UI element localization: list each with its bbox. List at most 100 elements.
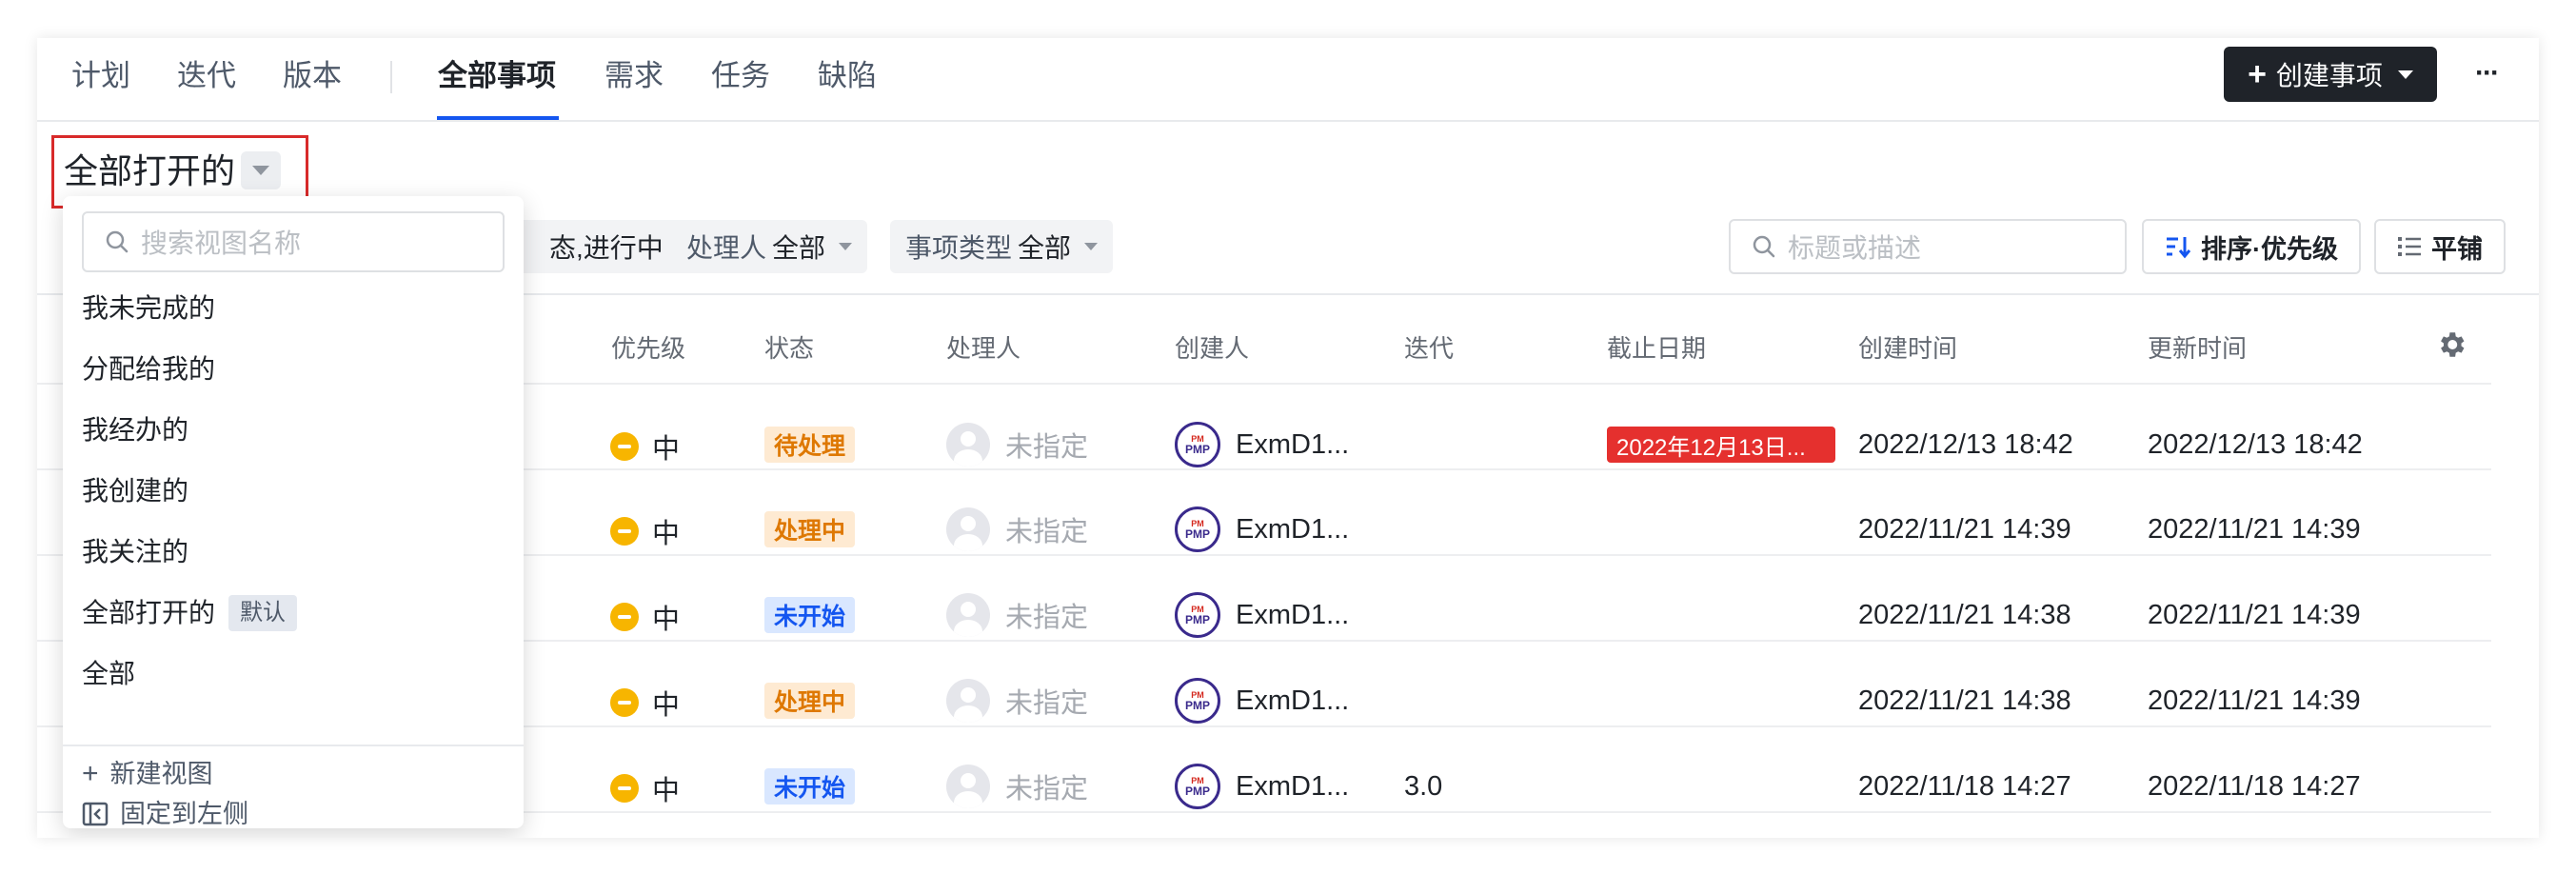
new-view-label: 新建视图 bbox=[109, 760, 213, 788]
status-badge[interactable]: 待处理 bbox=[764, 427, 856, 463]
column-header-created-time[interactable]: 创建时间 bbox=[1858, 329, 1957, 365]
sort-icon bbox=[2167, 237, 2191, 259]
caret-down-icon bbox=[1084, 243, 1099, 250]
avatar: PM PMP bbox=[1175, 764, 1220, 809]
created-time: 2022/11/21 14:38 bbox=[1858, 685, 2071, 716]
avatar-placeholder-icon bbox=[946, 593, 990, 637]
priority-medium-icon bbox=[610, 774, 639, 803]
pin-to-left-label: 固定到左侧 bbox=[120, 800, 248, 828]
iteration-value[interactable]: 3.0 bbox=[1404, 767, 1442, 805]
column-header-status[interactable]: 状态 bbox=[764, 329, 814, 365]
tile-view-button[interactable]: 平铺 bbox=[2374, 219, 2506, 274]
assignee-filter-label: 处理人 bbox=[686, 233, 767, 263]
issue-type-filter[interactable]: 事项类型 全部 bbox=[890, 220, 1114, 273]
search-icon bbox=[1753, 235, 1775, 258]
created-time: 2022/11/21 14:38 bbox=[1858, 600, 2071, 630]
tab-requirements[interactable]: 需求 bbox=[604, 57, 664, 95]
column-header-assignee[interactable]: 处理人 bbox=[946, 329, 1020, 365]
column-header-creator[interactable]: 创建人 bbox=[1175, 329, 1249, 365]
column-header-due-date[interactable]: 截止日期 bbox=[1607, 329, 1706, 365]
more-options-button[interactable]: ··· bbox=[2463, 51, 2510, 95]
tile-label: 平铺 bbox=[2431, 234, 2483, 264]
new-view-button[interactable]: + 新建视图 bbox=[82, 756, 213, 792]
priority-medium-icon bbox=[610, 688, 639, 717]
view-item-my-unfinished[interactable]: 我未完成的 bbox=[82, 289, 215, 328]
creator-label: ExmD1... bbox=[1236, 685, 1350, 716]
issue-type-filter-value: 全部 bbox=[1018, 233, 1072, 263]
creator-cell: PM PMP ExmD1... bbox=[1175, 422, 1349, 467]
search-icon bbox=[106, 230, 129, 253]
assignee-cell[interactable]: 未指定 bbox=[946, 593, 1088, 637]
status-badge[interactable]: 处理中 bbox=[764, 511, 856, 547]
sort-label: 排序·优先级 bbox=[2201, 234, 2338, 264]
issue-list-panel: 计划 迭代 版本 全部事项 需求 任务 缺陷 + 创建事项 ··· 全部打开的 … bbox=[37, 38, 2539, 838]
status-badge[interactable]: 处理中 bbox=[764, 683, 856, 719]
view-item-created-by-me[interactable]: 我创建的 bbox=[82, 472, 188, 510]
priority-label: 中 bbox=[652, 605, 681, 635]
view-item-all[interactable]: 全部 bbox=[82, 655, 135, 693]
view-item-handled-by-me[interactable]: 我经办的 bbox=[82, 411, 188, 449]
assignee-cell[interactable]: 未指定 bbox=[946, 423, 1088, 467]
column-header-iteration[interactable]: 迭代 bbox=[1404, 329, 1454, 365]
view-switcher-button[interactable] bbox=[241, 151, 281, 189]
assignee-label: 未指定 bbox=[1005, 432, 1089, 463]
sort-priority-button[interactable]: 排序·优先级 bbox=[2142, 219, 2361, 274]
avatar-text-bottom: PMP bbox=[1184, 698, 1210, 712]
assignee-filter[interactable]: 处理人 全部 bbox=[671, 220, 868, 273]
list-icon bbox=[2398, 237, 2421, 256]
priority-label: 中 bbox=[652, 519, 681, 549]
dropdown-divider bbox=[63, 745, 524, 746]
caret-down-icon bbox=[839, 243, 853, 250]
view-item-label: 我关注的 bbox=[82, 537, 189, 566]
tab-defects[interactable]: 缺陷 bbox=[818, 57, 877, 95]
nav-divider bbox=[390, 61, 392, 93]
tab-all-issues[interactable]: 全部事项 bbox=[438, 57, 556, 95]
priority-cell: 中 bbox=[610, 511, 680, 551]
updated-time: 2022/11/18 14:27 bbox=[2148, 771, 2361, 802]
updated-time: 2022/12/13 18:42 bbox=[2148, 429, 2363, 460]
assignee-cell[interactable]: 未指定 bbox=[946, 507, 1088, 551]
creator-label: ExmD1... bbox=[1236, 428, 1350, 460]
updated-time: 2022/11/21 14:39 bbox=[2148, 514, 2361, 545]
column-header-updated-time[interactable]: 更新时间 bbox=[2148, 329, 2247, 365]
avatar-placeholder-icon bbox=[946, 507, 990, 551]
view-search-input[interactable]: 搜索视图名称 bbox=[82, 211, 505, 272]
tab-version[interactable]: 版本 bbox=[283, 57, 342, 95]
tab-iteration[interactable]: 迭代 bbox=[177, 57, 236, 95]
issue-type-filter-label: 事项类型 bbox=[905, 233, 1013, 263]
priority-cell: 中 bbox=[610, 768, 680, 808]
assignee-cell[interactable]: 未指定 bbox=[946, 679, 1088, 723]
view-item-assigned-to-me[interactable]: 分配给我的 bbox=[82, 350, 215, 388]
priority-cell: 中 bbox=[610, 427, 680, 467]
avatar: PM PMP bbox=[1175, 422, 1220, 467]
view-item-label: 全部打开的 bbox=[82, 598, 216, 627]
priority-cell: 中 bbox=[610, 683, 680, 723]
top-nav: 计划 迭代 版本 全部事项 需求 任务 缺陷 + 创建事项 ··· bbox=[37, 38, 2539, 122]
created-time: 2022/11/21 14:39 bbox=[1858, 514, 2071, 545]
create-issue-button[interactable]: + 创建事项 bbox=[2224, 47, 2437, 102]
tab-plan[interactable]: 计划 bbox=[71, 57, 130, 95]
updated-time: 2022/11/21 14:39 bbox=[2148, 600, 2361, 630]
create-issue-label: 创建事项 bbox=[2275, 61, 2383, 90]
view-item-label: 我创建的 bbox=[82, 476, 189, 506]
due-date-badge[interactable]: 2022年12月13日... bbox=[1607, 427, 1835, 463]
priority-medium-icon bbox=[610, 432, 639, 461]
tab-tasks[interactable]: 任务 bbox=[711, 57, 770, 95]
default-badge: 默认 bbox=[228, 595, 298, 631]
pin-to-left-button[interactable]: 固定到左侧 bbox=[82, 796, 248, 832]
view-item-label: 分配给我的 bbox=[82, 354, 216, 384]
view-item-all-open[interactable]: 全部打开的 默认 bbox=[82, 594, 298, 632]
avatar-placeholder-icon bbox=[946, 679, 990, 723]
avatar-placeholder-icon bbox=[946, 765, 990, 808]
avatar: PM PMP bbox=[1175, 592, 1220, 638]
status-badge[interactable]: 未开始 bbox=[764, 597, 856, 633]
assignee-cell[interactable]: 未指定 bbox=[946, 765, 1088, 808]
title-search-placeholder: 标题或描述 bbox=[1788, 233, 1922, 263]
priority-label: 中 bbox=[652, 690, 681, 721]
view-item-followed-by-me[interactable]: 我关注的 bbox=[82, 533, 188, 571]
column-header-priority[interactable]: 优先级 bbox=[611, 329, 685, 365]
gear-icon[interactable] bbox=[2435, 328, 2467, 361]
status-badge[interactable]: 未开始 bbox=[764, 768, 856, 804]
assignee-label: 未指定 bbox=[1005, 774, 1089, 804]
title-search-input[interactable]: 标题或描述 bbox=[1729, 219, 2127, 274]
